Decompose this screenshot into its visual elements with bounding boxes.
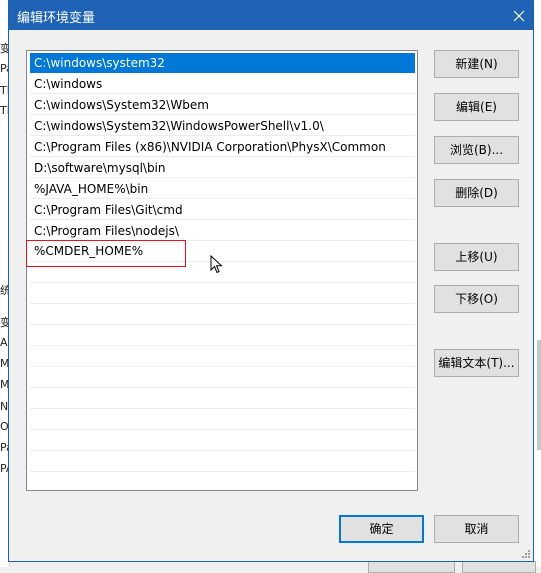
- list-item[interactable]: D:\software\mysql\bin: [30, 158, 415, 178]
- delete-button[interactable]: 删除(D): [434, 179, 519, 207]
- list-item[interactable]: %JAVA_HOME%\bin: [30, 179, 415, 199]
- list-item[interactable]: C:\windows\System32\Wbem: [30, 95, 415, 115]
- list-item[interactable]: C:\windows\system32: [30, 53, 415, 73]
- list-item[interactable]: [30, 305, 415, 325]
- title-bar: 编辑环境变量: [9, 1, 533, 30]
- list-item[interactable]: [30, 431, 415, 451]
- new-entry-value: %CMDER_HOME%: [34, 244, 144, 258]
- list-item[interactable]: [30, 368, 415, 388]
- new-entry-edit-box[interactable]: %CMDER_HOME%: [26, 240, 186, 267]
- new-button[interactable]: 新建(N): [434, 50, 519, 78]
- ok-button[interactable]: 确定: [339, 515, 424, 543]
- browse-button[interactable]: 浏览(B)...: [434, 136, 519, 164]
- list-item[interactable]: [30, 452, 415, 472]
- edit-button[interactable]: 编辑(E): [434, 93, 519, 121]
- dialog-title: 编辑环境变量: [17, 11, 96, 26]
- mouse-cursor-icon: [210, 255, 223, 274]
- list-item[interactable]: [30, 410, 415, 430]
- close-button[interactable]: [505, 1, 533, 30]
- resize-grip-icon[interactable]: [521, 549, 531, 559]
- list-item[interactable]: C:\windows: [30, 74, 415, 94]
- list-item[interactable]: [30, 284, 415, 304]
- list-item[interactable]: C:\Program Files (x86)\NVIDIA Corporatio…: [30, 137, 415, 157]
- background-window-right: [533, 0, 541, 567]
- list-item[interactable]: [30, 389, 415, 409]
- edit-env-variable-dialog: 编辑环境变量 C:\windows\system32 C:\windows C:…: [8, 0, 534, 562]
- move-up-button[interactable]: 上移(U): [434, 243, 519, 271]
- list-item[interactable]: [30, 326, 415, 346]
- list-item[interactable]: C:\Program Files\nodejs\: [30, 221, 415, 241]
- list-item[interactable]: C:\Program Files\Git\cmd: [30, 200, 415, 220]
- background-button: [462, 561, 536, 573]
- move-down-button[interactable]: 下移(O): [434, 285, 519, 313]
- list-item[interactable]: C:\windows\System32\WindowsPowerShell\v1…: [30, 116, 415, 136]
- close-icon: [513, 10, 525, 21]
- cancel-button[interactable]: 取消: [434, 515, 519, 543]
- background-text: N: [0, 400, 9, 413]
- list-item[interactable]: [30, 347, 415, 367]
- background-scrollbar: [537, 340, 541, 450]
- background-button: [368, 561, 455, 573]
- edit-text-button[interactable]: 编辑文本(T)...: [434, 349, 519, 377]
- background-text: A: [0, 336, 8, 349]
